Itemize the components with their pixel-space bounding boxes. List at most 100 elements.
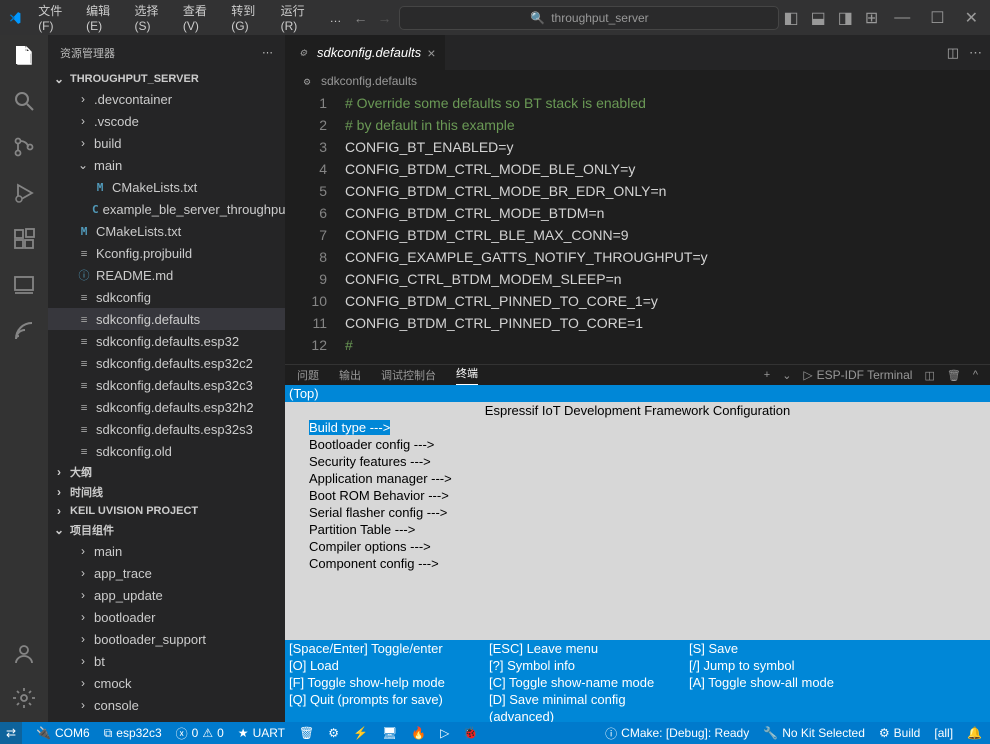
file-sdkconfig.defaults.esp32c2[interactable]: ≡sdkconfig.defaults.esp32c2	[48, 352, 285, 374]
file-sdkconfig[interactable]: ≡sdkconfig	[48, 286, 285, 308]
status-bar: ⇄ 🔌 COM6 ⧉ esp32c3 ⓧ 0 ⚠ 0 ★ UART 🗑 ⚙ ⚡ …	[0, 722, 990, 744]
file-sdkconfig.defaults.esp32c3[interactable]: ≡sdkconfig.defaults.esp32c3	[48, 374, 285, 396]
outline-section[interactable]: ›大纲	[48, 462, 285, 482]
folder-main[interactable]: ⌄main	[48, 154, 285, 176]
timeline-section[interactable]: ›时间线	[48, 482, 285, 502]
folder-.vscode[interactable]: ›.vscode	[48, 110, 285, 132]
account-icon[interactable]	[12, 642, 36, 666]
sb-target[interactable]: [all]	[934, 725, 953, 742]
panel-tab-terminal[interactable]: 终端	[456, 365, 478, 385]
sb-flash-icon[interactable]: ⚡	[353, 726, 368, 740]
terminal-name[interactable]: ▷ ESP-IDF Terminal	[803, 368, 912, 382]
sb-clean-icon[interactable]: 🗑	[299, 726, 314, 740]
component-bootloader_support[interactable]: ›bootloader_support	[48, 628, 285, 650]
file-example_ble_server_throughput.c[interactable]: Cexample_ble_server_throughput.c	[48, 198, 285, 220]
tab-sdkconfig-defaults[interactable]: ⚙ sdkconfig.defaults ×	[285, 35, 446, 70]
split-editor-icon[interactable]: ◫	[947, 45, 959, 61]
layout-panel-icon[interactable]: ⬓	[811, 8, 826, 28]
extensions-icon[interactable]	[12, 227, 36, 251]
menu-select[interactable]: 选择(S)	[126, 0, 170, 37]
menu-go[interactable]: 转到(G)	[223, 0, 268, 37]
components-section[interactable]: ⌄项目组件	[48, 520, 285, 540]
menu-more[interactable]: …	[321, 7, 349, 29]
menuconfig-title: Espressif IoT Development Framework Conf…	[285, 402, 990, 419]
panel-tab-problems[interactable]: 问题	[297, 367, 319, 383]
code-editor[interactable]: 123456789101112 # Override some defaults…	[285, 92, 990, 364]
espressif-icon[interactable]	[12, 319, 36, 343]
terminal[interactable]: (Top) Espressif IoT Development Framewor…	[285, 385, 990, 722]
remote-icon[interactable]	[12, 273, 36, 297]
close-tab-icon[interactable]: ×	[427, 45, 435, 61]
layout-sidebar-left-icon[interactable]: ◧	[783, 8, 798, 28]
folder-.devcontainer[interactable]: ›.devcontainer	[48, 88, 285, 110]
sb-errors[interactable]: ⓧ 0 ⚠ 0	[176, 725, 224, 742]
search-text: throughput_server	[551, 11, 648, 25]
folder-build[interactable]: ›build	[48, 132, 285, 154]
project-section[interactable]: ⌄THROUGHPUT_SERVER	[48, 70, 285, 88]
sb-debug-icon[interactable]: 🐞	[463, 726, 478, 740]
component-app_update[interactable]: ›app_update	[48, 584, 285, 606]
close-icon[interactable]: ✕	[961, 8, 982, 28]
maximize-icon[interactable]: ☐	[926, 8, 948, 28]
layout-customize-icon[interactable]: ⊞	[865, 8, 878, 28]
new-terminal-icon[interactable]: +	[764, 369, 770, 381]
minimize-icon[interactable]: —	[890, 9, 914, 27]
file-sdkconfig.defaults.esp32s3[interactable]: ≡sdkconfig.defaults.esp32s3	[48, 418, 285, 440]
vscode-logo-icon	[8, 8, 22, 28]
more-icon[interactable]: ⋯	[262, 46, 273, 59]
component-main[interactable]: ›main	[48, 540, 285, 562]
file-CMakeLists.txt[interactable]: MCMakeLists.txt	[48, 176, 285, 198]
sb-build[interactable]: ⚙ Build	[879, 725, 920, 742]
remote-button[interactable]: ⇄	[0, 722, 22, 744]
nav-forward-icon: →	[377, 10, 391, 26]
split-terminal-icon[interactable]: ◫	[924, 369, 934, 382]
explorer-icon[interactable]	[12, 43, 36, 67]
file-sdkconfig.old[interactable]: ≡sdkconfig.old	[48, 440, 285, 462]
panel-tab-debug[interactable]: 调试控制台	[381, 367, 436, 383]
sb-chip[interactable]: ⧉ esp32c3	[104, 726, 162, 741]
title-bar: 文件(F) 编辑(E) 选择(S) 查看(V) 转到(G) 运行(R) … ← …	[0, 0, 990, 35]
sb-kit[interactable]: 🔧 No Kit Selected	[763, 725, 865, 742]
sb-notifications-icon[interactable]: 🔔	[967, 725, 982, 742]
search-icon[interactable]	[12, 89, 36, 113]
run-debug-icon[interactable]	[12, 181, 36, 205]
keil-section[interactable]: ›KEIL UVISION PROJECT	[48, 502, 285, 520]
explorer-sidebar: 资源管理器 ⋯ ⌄THROUGHPUT_SERVER ›.devcontaine…	[48, 35, 285, 722]
menu-edit[interactable]: 编辑(E)	[78, 0, 122, 37]
sb-fire-icon[interactable]: 🔥	[411, 726, 426, 740]
layout-sidebar-right-icon[interactable]: ◨	[838, 8, 853, 28]
menuconfig-help: [Space/Enter] Toggle/enter[ESC] Leave me…	[285, 640, 990, 722]
menu-view[interactable]: 查看(V)	[175, 0, 219, 37]
component-app_trace[interactable]: ›app_trace	[48, 562, 285, 584]
file-sdkconfig.defaults[interactable]: ≡sdkconfig.defaults	[48, 308, 285, 330]
settings-icon[interactable]	[12, 686, 36, 710]
component-bt[interactable]: ›bt	[48, 650, 285, 672]
component-console[interactable]: ›console	[48, 694, 285, 716]
sb-cmake[interactable]: ⓘ CMake: [Debug]: Ready	[605, 725, 749, 742]
explorer-title: 资源管理器	[60, 45, 115, 61]
kill-terminal-icon[interactable]: 🗑	[947, 369, 961, 382]
file-sdkconfig.defaults.esp32[interactable]: ≡sdkconfig.defaults.esp32	[48, 330, 285, 352]
menuconfig-selected: Build type --->	[309, 420, 390, 435]
source-control-icon[interactable]	[12, 135, 36, 159]
sb-flash-method[interactable]: ★ UART	[238, 726, 285, 740]
component-cmock[interactable]: ›cmock	[48, 672, 285, 694]
sb-monitor-icon[interactable]: 🖥	[382, 726, 397, 740]
panel-tab-output[interactable]: 输出	[339, 367, 361, 383]
sb-port[interactable]: 🔌 COM6	[36, 726, 90, 740]
menu-file[interactable]: 文件(F)	[30, 0, 74, 37]
terminal-dropdown-icon[interactable]: ⌄	[782, 369, 791, 382]
sb-terminal-icon[interactable]: ▷	[440, 726, 449, 740]
file-README.md[interactable]: ⓘREADME.md	[48, 264, 285, 286]
file-CMakeLists.txt[interactable]: MCMakeLists.txt	[48, 220, 285, 242]
component-bootloader[interactable]: ›bootloader	[48, 606, 285, 628]
breadcrumb[interactable]: ⚙ sdkconfig.defaults	[285, 70, 990, 92]
menu-run[interactable]: 运行(R)	[273, 0, 318, 37]
nav-back-icon[interactable]: ←	[353, 10, 367, 26]
more-actions-icon[interactable]: ⋯	[969, 45, 982, 61]
file-Kconfig.projbuild[interactable]: ≡Kconfig.projbuild	[48, 242, 285, 264]
maximize-panel-icon[interactable]: ^	[973, 369, 978, 381]
sb-build-icon[interactable]: ⚙	[328, 726, 339, 740]
file-sdkconfig.defaults.esp32h2[interactable]: ≡sdkconfig.defaults.esp32h2	[48, 396, 285, 418]
command-center[interactable]: 🔍 throughput_server	[399, 6, 779, 30]
